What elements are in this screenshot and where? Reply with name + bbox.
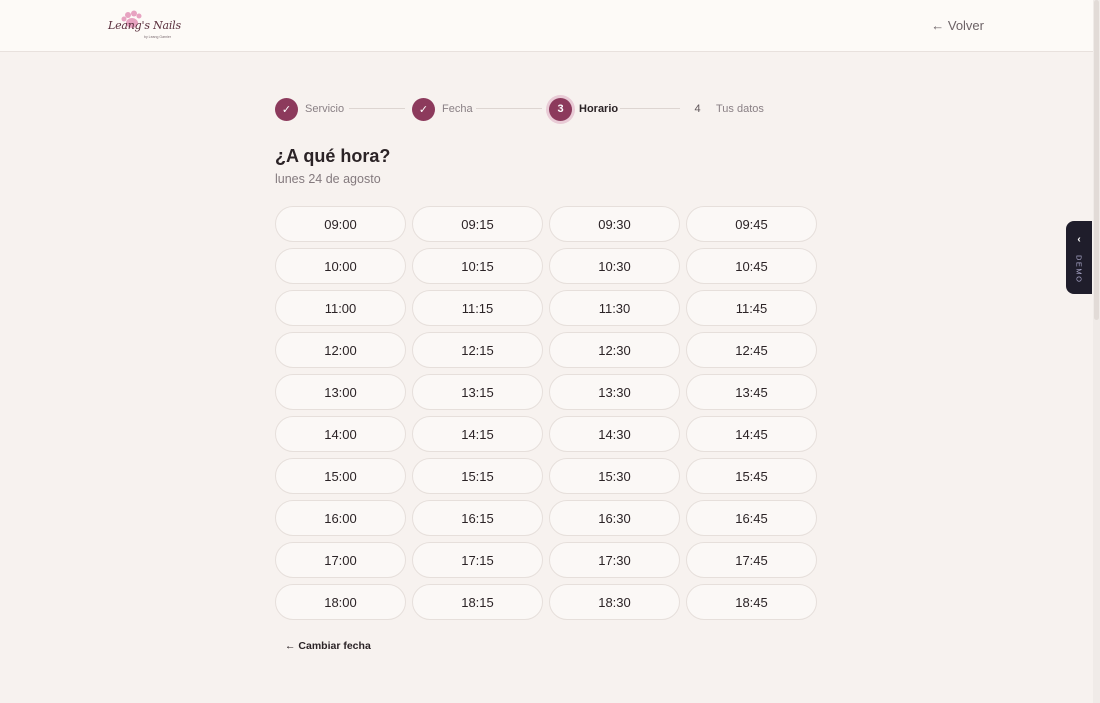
time-slot-button[interactable]: 10:15 [412,248,543,284]
time-slot-button[interactable]: 09:15 [412,206,543,242]
page-scrollbar[interactable] [1093,0,1100,703]
time-slot-button[interactable]: 13:15 [412,374,543,410]
step-tus-datos: 4 Tus datos [686,97,764,121]
back-link[interactable]: ← Volver [931,18,984,33]
change-date-link[interactable]: ← Cambiar fecha [285,640,371,652]
time-slot-button[interactable]: 10:30 [549,248,680,284]
step-connector [349,108,405,109]
time-slot-button[interactable]: 18:30 [549,584,680,620]
step-label: Horario [579,103,619,115]
step-label: Servicio [305,103,345,115]
logo-text: Leang's Nails [108,19,181,32]
time-slot-button[interactable]: 17:45 [686,542,817,578]
chevron-left-icon: ‹ [1077,234,1081,245]
booking-stepper: ✓ Servicio ✓ Fecha 3 Horario 4 Tus datos [275,97,817,121]
time-slot-button[interactable]: 16:00 [275,500,406,536]
time-slot-button[interactable]: 18:00 [275,584,406,620]
time-slot-button[interactable]: 16:30 [549,500,680,536]
time-slot-button[interactable]: 15:00 [275,458,406,494]
step-horario: 3 Horario [549,97,618,121]
selected-date: lunes 24 de agosto [275,172,381,186]
page-title: ¿A qué hora? [275,146,391,166]
time-slot-button[interactable]: 17:30 [549,542,680,578]
time-slot-button[interactable]: 13:00 [275,374,406,410]
time-slot-button[interactable]: 14:30 [549,416,680,452]
demo-label: DEMO [1074,255,1084,284]
logo-subtext: by Leang Garnier [144,35,172,39]
time-slot-button[interactable]: 10:00 [275,248,406,284]
time-slot-button[interactable]: 11:00 [275,290,406,326]
time-slot-button[interactable]: 18:45 [686,584,817,620]
time-slot-button[interactable]: 12:00 [275,332,406,368]
step-label: Fecha [442,103,473,115]
header: Leang's Nails by Leang Garnier ← Volver [0,0,1093,52]
time-slot-button[interactable]: 18:15 [412,584,543,620]
time-slot-button[interactable]: 09:00 [275,206,406,242]
time-slot-button[interactable]: 17:00 [275,542,406,578]
time-slot-button[interactable]: 16:15 [412,500,543,536]
time-slot-button[interactable]: 09:45 [686,206,817,242]
time-slot-button[interactable]: 15:15 [412,458,543,494]
step-servicio[interactable]: ✓ Servicio [275,97,344,121]
time-slot-button[interactable]: 11:30 [549,290,680,326]
brand-logo[interactable]: Leang's Nails by Leang Garnier [106,10,181,42]
time-slot-button[interactable]: 12:15 [412,332,543,368]
time-slot-button[interactable]: 10:45 [686,248,817,284]
time-slot-button[interactable]: 15:30 [549,458,680,494]
step-connector [476,108,542,109]
time-slot-grid: 09:00 09:15 09:30 09:45 10:00 10:15 10:30 10:45… [275,206,817,620]
time-slot-button[interactable]: 11:15 [412,290,543,326]
time-slot-button[interactable]: 14:45 [686,416,817,452]
step-fecha[interactable]: ✓ Fecha [412,97,473,121]
time-slot-button[interactable]: 17:15 [412,542,543,578]
step-number: 4 [694,103,701,115]
time-slot-button[interactable]: 16:45 [686,500,817,536]
step-label: Tus datos [716,103,764,115]
time-slot-button[interactable]: 14:00 [275,416,406,452]
check-icon: ✓ [275,97,298,121]
time-slot-button[interactable]: 13:30 [549,374,680,410]
demo-panel-toggle[interactable]: ‹ DEMO [1066,221,1092,294]
time-slot-button[interactable]: 12:45 [686,332,817,368]
time-slot-button[interactable]: 11:45 [686,290,817,326]
step-number: 3 [549,97,572,121]
step-connector [620,108,680,109]
time-slot-button[interactable]: 13:45 [686,374,817,410]
time-slot-button[interactable]: 12:30 [549,332,680,368]
time-slot-button[interactable]: 15:45 [686,458,817,494]
scrollbar-thumb[interactable] [1094,0,1099,320]
time-slot-button[interactable]: 14:15 [412,416,543,452]
check-icon: ✓ [412,97,435,121]
time-slot-button[interactable]: 09:30 [549,206,680,242]
